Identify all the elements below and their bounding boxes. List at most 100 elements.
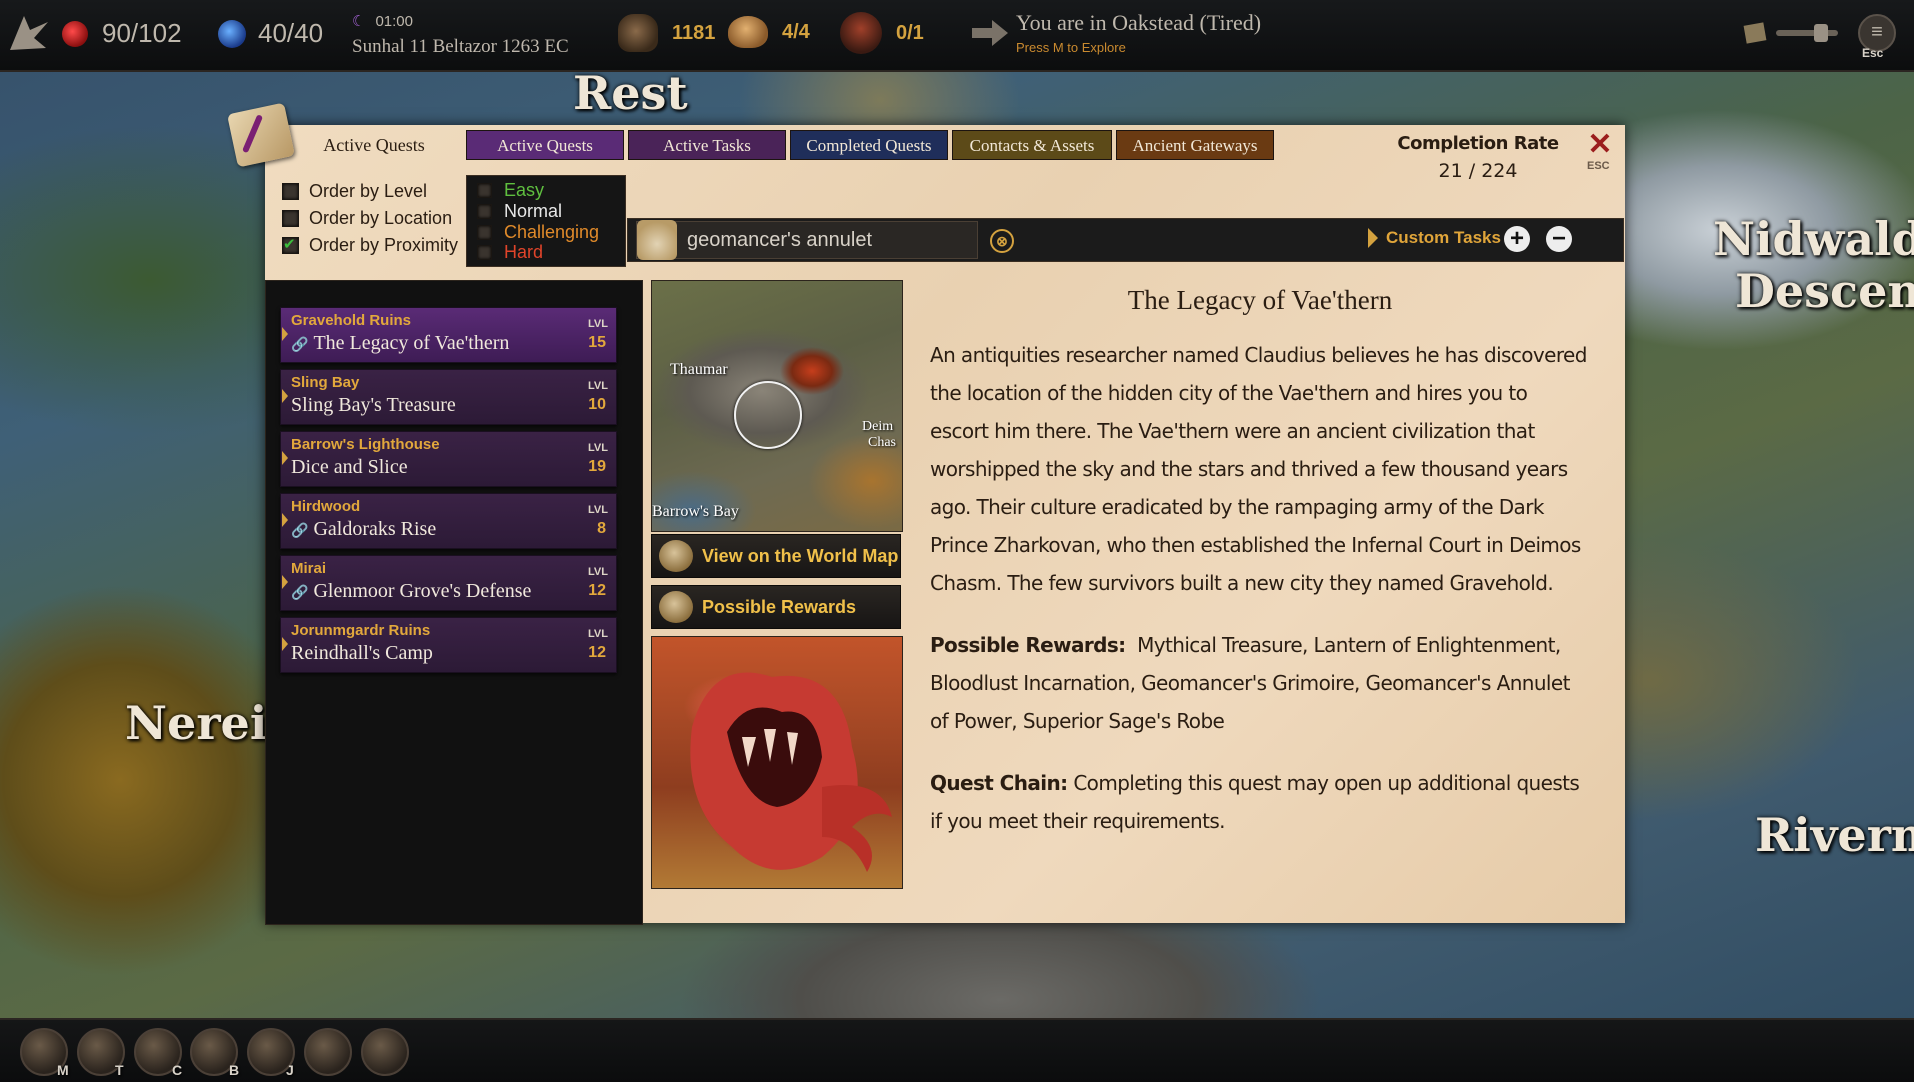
difficulty-hard-checkbox[interactable] (477, 245, 492, 260)
quest-arrow-icon (282, 575, 288, 589)
zoom-slider-handle[interactable] (1814, 24, 1828, 42)
quest-item-legacy-of-vaethern[interactable]: Gravehold Ruins 🔗 The Legacy of Vae'thern… (280, 307, 617, 363)
close-button[interactable]: ✕ (1583, 130, 1617, 160)
quest-location: Barrow's Lighthouse (291, 436, 440, 453)
journal-key-label: J (286, 1062, 294, 1078)
quest-name: Sling Bay's Treasure (291, 394, 456, 416)
quest-item-sling-bays-treasure[interactable]: Sling Bay Sling Bay's Treasure LVL 10 (280, 369, 617, 425)
difficulty-easy-checkbox[interactable] (477, 183, 492, 198)
order-by-proximity-option[interactable]: Order by Proximity (282, 235, 458, 256)
food-display: 4/4 (728, 16, 810, 48)
order-by-proximity-checkbox[interactable] (282, 235, 299, 254)
possible-rewards-button[interactable]: Possible Rewards (651, 585, 901, 629)
companion-value: 0/1 (896, 21, 924, 44)
add-custom-task-button[interactable]: + (1504, 226, 1530, 252)
order-by-level-checkbox[interactable] (282, 183, 299, 200)
difficulty-normal-label: Normal (504, 201, 563, 221)
view-world-map-button[interactable]: View on the World Map (651, 534, 901, 578)
location-text: You are in Oakstead (Tired) (1016, 10, 1262, 35)
quest-level: 8 (597, 520, 606, 537)
order-by-location-label: Order by Location (309, 208, 453, 228)
talents-key-label: T (115, 1062, 124, 1078)
order-by-level-option[interactable]: Order by Level (282, 181, 427, 202)
difficulty-normal-checkbox[interactable] (477, 204, 492, 219)
order-by-location-option[interactable]: Order by Location (282, 208, 452, 229)
triangle-right-icon (1368, 228, 1378, 248)
quest-detail-title: The Legacy of Vae'thern (1127, 285, 1393, 315)
quest-minimap[interactable]: Thaumar Deim Chas Barrow's Bay (651, 280, 903, 532)
gold-display: 1181 (618, 14, 715, 52)
order-by-level-label: Order by Level (309, 181, 428, 201)
quest-arrow-icon (282, 389, 288, 403)
game-logo-icon[interactable] (6, 12, 52, 54)
search-bar: geomancer's annulet ⊗ Custom Tasks + − (627, 218, 1624, 262)
menu-key-label: Esc (1862, 46, 1884, 60)
custom-tasks-toggle[interactable]: Custom Tasks (1368, 228, 1501, 248)
top-status-bar: 90/102 40/40 ☾ 01:00 Sunhal 11 Beltazor 1… (0, 0, 1914, 72)
moon-icon: ☾ (352, 13, 366, 30)
inventory-button[interactable] (304, 1028, 352, 1076)
location-display: You are in Oakstead (Tired) Press M to E… (1016, 10, 1261, 55)
spellbook-key-label: B (229, 1062, 240, 1078)
quest-arrow-icon (282, 451, 288, 465)
tab-active-tasks[interactable]: Active Tasks (628, 130, 786, 160)
order-by-location-checkbox[interactable] (282, 210, 299, 227)
map-label-descent: Descent (1735, 264, 1914, 318)
journal-map-icon[interactable] (1743, 22, 1767, 44)
level-label: LVL (588, 566, 608, 578)
quest-item-glenmoor-groves-defense[interactable]: Mirai 🔗 Glenmoor Grove's Defense LVL 12 (280, 555, 617, 611)
quest-arrow-icon (282, 513, 288, 527)
health-display: 90/102 (62, 18, 182, 49)
minimap-label-deim: Deim (862, 419, 894, 434)
remove-custom-task-button[interactable]: − (1546, 226, 1572, 252)
mana-display: 40/40 (218, 18, 323, 49)
level-label: LVL (588, 442, 608, 454)
order-by-proximity-label: Order by Proximity (309, 235, 459, 255)
level-label: LVL (588, 628, 608, 640)
panel-title: Active Quests (323, 135, 425, 155)
quest-rewards: Possible Rewards: Mythical Treasure, Lan… (930, 626, 1590, 740)
zoom-slider[interactable] (1776, 24, 1838, 42)
chain-link-icon: 🔗 (291, 524, 309, 539)
completion-value: 21 / 224 (1438, 160, 1518, 182)
difficulty-easy[interactable]: Easy (477, 180, 544, 201)
difficulty-hard[interactable]: Hard (477, 242, 543, 263)
level-label: LVL (588, 380, 608, 392)
search-input[interactable]: geomancer's annulet (636, 220, 978, 260)
quest-item-reindhalls-camp[interactable]: Jorunmgardr Ruins Reindhall's Camp LVL 1… (280, 617, 617, 673)
chain-link-icon: 🔗 (291, 338, 309, 353)
tab-active-quests[interactable]: Active Quests (466, 130, 624, 160)
quest-arrow-icon (282, 637, 288, 651)
travel-button[interactable] (361, 1028, 409, 1076)
quest-level: 15 (588, 334, 606, 351)
difficulty-normal[interactable]: Normal (477, 201, 562, 222)
quest-level: 10 (588, 396, 606, 413)
completion-rate: Completion Rate 21 / 224 (1383, 133, 1573, 182)
level-label: LVL (588, 318, 608, 330)
quest-name: Dice and Slice (291, 456, 408, 478)
clear-search-button[interactable]: ⊗ (990, 229, 1014, 253)
level-label: LVL (588, 504, 608, 516)
character-key-label: C (172, 1062, 183, 1078)
bread-icon (728, 16, 768, 48)
treasure-chest-icon (659, 591, 693, 623)
helmet-icon (840, 12, 882, 54)
quest-detail: The Legacy of Vae'thern An antiquities r… (930, 285, 1590, 864)
difficulty-filter: Easy Normal Challenging Hard (466, 175, 626, 267)
difficulty-challenging-checkbox[interactable] (477, 225, 492, 240)
tab-contacts-assets[interactable]: Contacts & Assets (952, 130, 1112, 160)
gold-bag-icon (618, 14, 658, 52)
quest-name-text: Galdoraks Rise (313, 518, 437, 540)
quest-item-dice-and-slice[interactable]: Barrow's Lighthouse Dice and Slice LVL 1… (280, 431, 617, 487)
health-value: 90/102 (102, 18, 182, 48)
arrow-right-icon (970, 18, 1010, 48)
tab-completed-quests[interactable]: Completed Quests (790, 130, 948, 160)
rewards-label: Possible Rewards: (930, 633, 1126, 657)
quest-item-galdoraks-rise[interactable]: Hirdwood 🔗 Galdoraks Rise LVL 8 (280, 493, 617, 549)
difficulty-challenging[interactable]: Challenging (477, 222, 599, 243)
tab-ancient-gateways[interactable]: Ancient Gateways (1116, 130, 1274, 160)
close-esc-label: ESC (1587, 160, 1610, 172)
food-value: 4/4 (782, 20, 810, 43)
map-label-riverm: Riverm (1755, 808, 1914, 862)
search-value[interactable]: geomancer's annulet (687, 229, 872, 252)
